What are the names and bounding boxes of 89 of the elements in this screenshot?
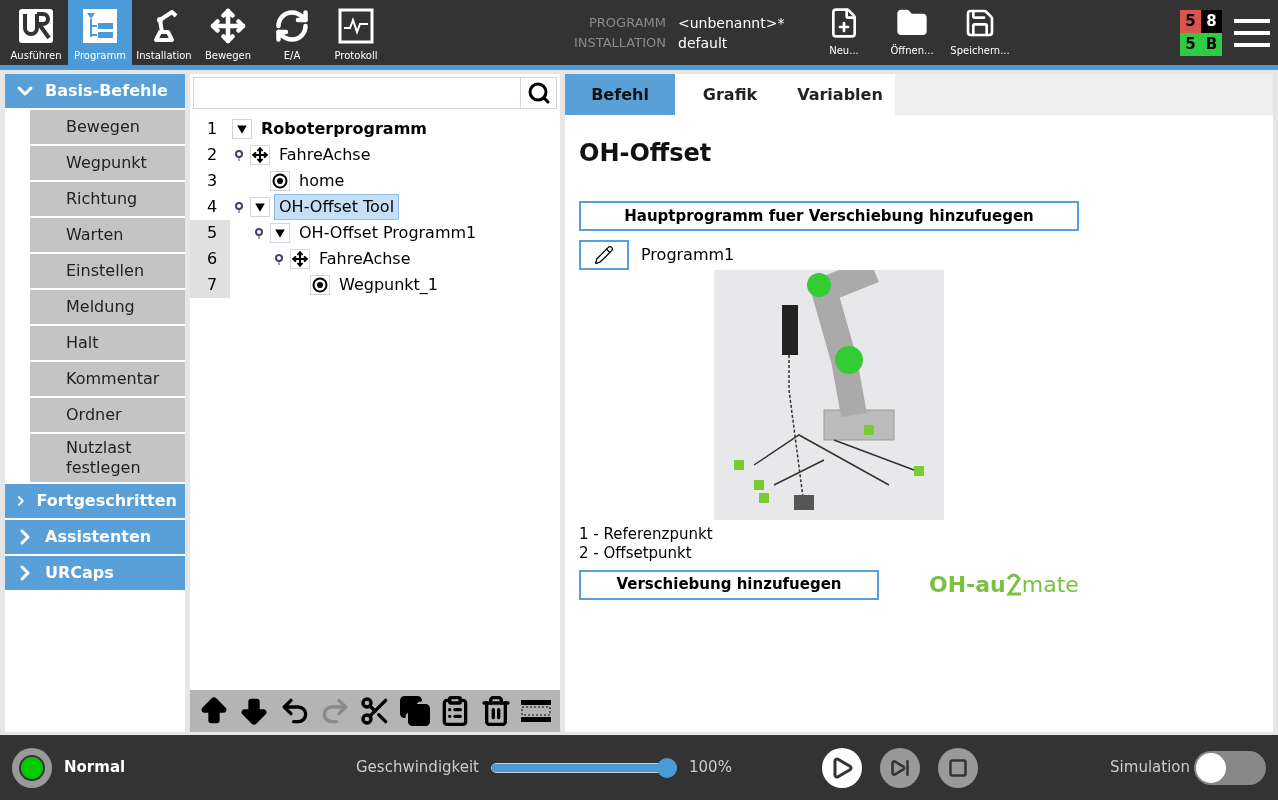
line-number: 7 bbox=[190, 272, 230, 298]
command-item[interactable]: Kommentar bbox=[30, 362, 185, 396]
file-label: INSTALLATION bbox=[573, 33, 666, 52]
status-light-icon bbox=[12, 747, 52, 788]
tab[interactable]: Variablen bbox=[785, 74, 895, 115]
speed-label: Geschwindigkeit bbox=[356, 757, 479, 779]
move-node-icon bbox=[290, 249, 310, 269]
legend-text: 2 - Offsetpunkt bbox=[579, 544, 693, 563]
tree-node-label[interactable]: home bbox=[294, 168, 350, 194]
command-item[interactable]: Warten bbox=[30, 218, 185, 252]
command-title: OH-Offset bbox=[579, 138, 713, 169]
triangle-down-icon bbox=[274, 227, 286, 239]
command-item[interactable]: Nutzlast festlegen bbox=[30, 434, 185, 482]
add-offset-button[interactable]: Verschiebung hinzufuegen bbox=[579, 569, 879, 600]
line-number: 2 bbox=[206, 144, 219, 166]
file-value: <unbenannt>* bbox=[678, 13, 786, 33]
tree-node-label[interactable]: Wegpunkt_1 bbox=[334, 272, 444, 298]
play-button[interactable] bbox=[821, 747, 862, 788]
line-number: 1 bbox=[206, 118, 219, 140]
triangle-down-icon bbox=[254, 201, 266, 213]
file-button[interactable]: Öffnen... bbox=[882, 7, 942, 58]
search-field[interactable] bbox=[193, 77, 557, 109]
io-icon bbox=[274, 8, 310, 44]
tab[interactable]: Befehl bbox=[565, 74, 675, 115]
nav-tab[interactable]: Installation bbox=[132, 0, 196, 65]
node-pin-icon bbox=[234, 201, 246, 213]
tree-node-label[interactable]: Roboterprogramm bbox=[256, 116, 432, 142]
logo-text: OH-au bbox=[929, 571, 1006, 599]
tree-node-label[interactable]: OH-Offset Programm1 bbox=[294, 220, 482, 246]
step-icon bbox=[889, 757, 910, 778]
file-button[interactable]: Neu... bbox=[814, 7, 874, 58]
logo-text: mate bbox=[1021, 571, 1079, 599]
move-icon bbox=[210, 8, 246, 44]
nav-tab[interactable]: Protokoll bbox=[324, 0, 388, 65]
step-button[interactable] bbox=[879, 747, 920, 788]
speed-reading: 100% bbox=[689, 757, 732, 779]
nav-tab[interactable]: Ausführen bbox=[4, 0, 68, 65]
edit-button[interactable] bbox=[579, 240, 629, 270]
move-node-icon bbox=[250, 145, 270, 165]
tree-node-label[interactable]: FahreAchse bbox=[274, 142, 376, 168]
command-item[interactable]: Richtung bbox=[30, 182, 185, 216]
file-value: default bbox=[678, 33, 729, 53]
tree-node-label[interactable]: OH-Offset Tool bbox=[274, 194, 400, 220]
command-item[interactable]: Meldung bbox=[30, 290, 185, 324]
waypoint-icon bbox=[310, 275, 330, 295]
logo-icon bbox=[18, 8, 54, 44]
line-number: 3 bbox=[206, 170, 219, 192]
node-pin-icon bbox=[234, 149, 246, 161]
status-indicator: 8 bbox=[1201, 9, 1222, 33]
program-tree-icon bbox=[82, 8, 118, 44]
status-indicator: 5 bbox=[1180, 9, 1201, 33]
node-pin-icon bbox=[274, 253, 286, 265]
save-icon bbox=[964, 7, 996, 39]
collapse-toggle[interactable] bbox=[250, 197, 270, 217]
robot-arm-logo-icon bbox=[1005, 572, 1022, 597]
log-icon bbox=[338, 8, 374, 44]
simulation-toggle[interactable] bbox=[1194, 750, 1266, 785]
line-number: 6 bbox=[190, 246, 230, 272]
add-main-program-button[interactable]: Hauptprogramm fuer Verschiebung hinzufuegen bbox=[579, 201, 1079, 231]
status-indicator: 5 bbox=[1180, 32, 1201, 56]
line-number: 5 bbox=[190, 220, 230, 246]
waypoint-icon bbox=[270, 171, 290, 191]
line-number: 4 bbox=[206, 196, 219, 218]
simulation-label: Simulation bbox=[1110, 757, 1190, 779]
copy-button[interactable] bbox=[398, 694, 433, 728]
nav-tab[interactable]: Bewegen bbox=[196, 0, 260, 65]
command-item[interactable]: Ordner bbox=[30, 398, 185, 432]
node-pin-icon bbox=[254, 227, 266, 239]
stop-icon bbox=[947, 757, 968, 778]
legend-text: 1 - Referenzpunkt bbox=[579, 525, 714, 544]
tab[interactable]: Grafik bbox=[675, 74, 785, 115]
file-label: PROGRAMM bbox=[589, 13, 666, 32]
program-name: Programm1 bbox=[641, 244, 735, 266]
stop-button[interactable] bbox=[937, 747, 978, 788]
command-item[interactable]: Wegpunkt bbox=[30, 146, 185, 180]
menu-icon[interactable] bbox=[1234, 16, 1270, 49]
collapse-toggle[interactable] bbox=[232, 119, 252, 139]
command-item[interactable]: Einstellen bbox=[30, 254, 185, 288]
file-button[interactable]: Speichern... bbox=[950, 7, 1010, 58]
robot-mode: Normal bbox=[64, 757, 127, 779]
nav-tab[interactable]: E/A bbox=[260, 0, 324, 65]
command-item[interactable]: Bewegen bbox=[30, 110, 185, 144]
collapse-toggle[interactable] bbox=[270, 223, 290, 243]
pencil-icon bbox=[594, 245, 614, 265]
command-item[interactable]: Halt bbox=[30, 326, 185, 360]
tree-node-label[interactable]: FahreAchse bbox=[314, 246, 416, 272]
speed-slider[interactable] bbox=[491, 757, 677, 778]
triangle-down-icon bbox=[236, 123, 248, 135]
status-indicator: B bbox=[1201, 32, 1222, 56]
